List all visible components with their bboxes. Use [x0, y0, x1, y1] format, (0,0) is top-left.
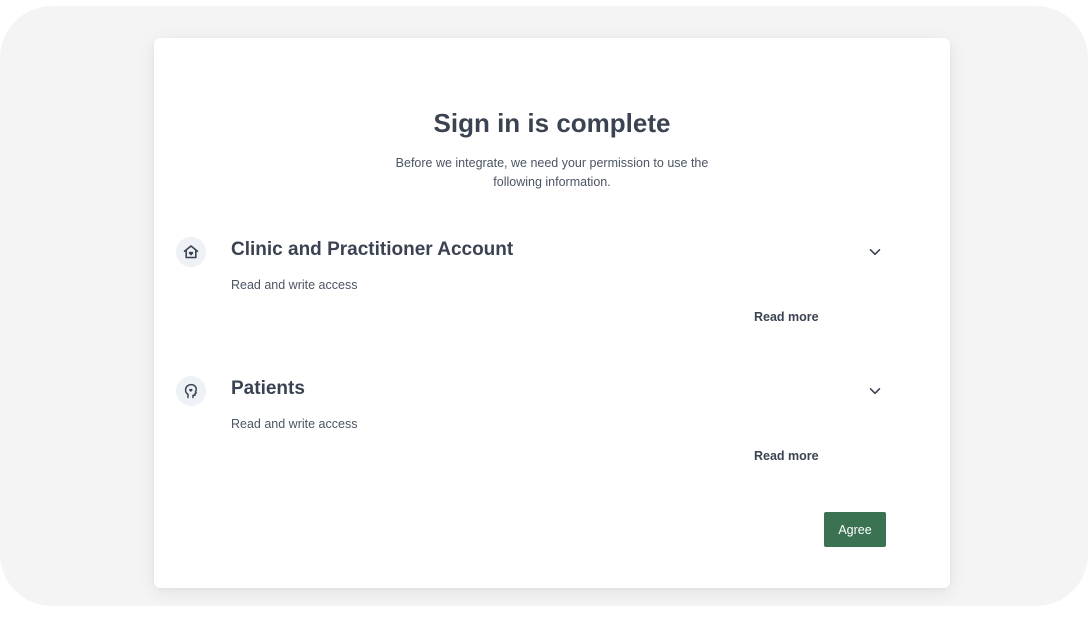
permission-access-text: Read and write access — [231, 417, 358, 431]
page-subtitle: Before we integrate, we need your permis… — [395, 156, 709, 189]
agree-button[interactable]: Agree — [824, 512, 886, 547]
background-frame: Sign in is complete Before we integrate,… — [0, 6, 1088, 606]
permission-section-patients: Patients Read and write access Read more — [154, 376, 950, 496]
chevron-down-icon[interactable] — [867, 244, 883, 260]
permission-title: Patients — [231, 378, 305, 399]
permission-section-clinic: Clinic and Practitioner Account Read and… — [154, 237, 950, 357]
permission-title: Clinic and Practitioner Account — [231, 239, 514, 260]
read-more-link[interactable]: Read more — [754, 310, 819, 324]
head-heart-icon — [176, 376, 206, 406]
page-title: Sign in is complete — [433, 108, 671, 138]
permission-access-text: Read and write access — [231, 278, 358, 292]
house-heart-icon — [176, 237, 206, 267]
chevron-down-icon[interactable] — [867, 383, 883, 399]
permission-dialog: Sign in is complete Before we integrate,… — [154, 38, 950, 588]
read-more-link[interactable]: Read more — [754, 449, 819, 463]
